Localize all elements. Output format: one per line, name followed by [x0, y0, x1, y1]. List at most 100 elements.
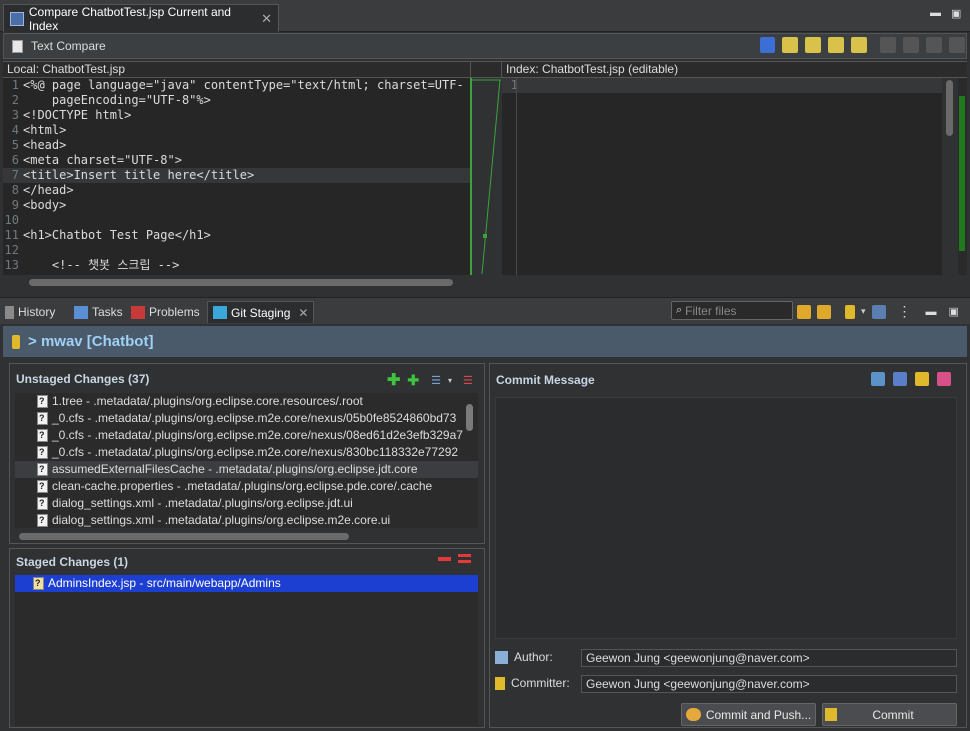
code-line: 11 <h1>Chatbot Test Page</h1>: [4, 228, 211, 242]
copy-all-left-icon[interactable]: [926, 37, 942, 53]
right-code-editor[interactable]: 1: [502, 78, 942, 275]
code-line: 13 <!-- 챗봇 스크립 -->: [4, 258, 180, 272]
commit-message-input[interactable]: [495, 397, 957, 639]
diff-connector-gutter: [472, 78, 502, 275]
list-item[interactable]: dialog_settings.xml - .metadata/.plugins…: [15, 512, 478, 528]
copy-right-icon[interactable]: [903, 37, 919, 53]
commit-button[interactable]: Commit: [822, 703, 957, 726]
copy-left-icon[interactable]: [880, 37, 896, 53]
maximize-icon[interactable]: ▣: [949, 305, 959, 318]
repository-icon: [12, 334, 20, 349]
git-staging-icon: [213, 306, 227, 319]
overview-ruler[interactable]: [958, 78, 967, 275]
filter-files-box[interactable]: ⌕: [671, 301, 793, 320]
chevron-down-icon[interactable]: ▾: [448, 376, 452, 385]
copy-all-icon[interactable]: [760, 37, 775, 53]
unstage-all-icon[interactable]: [458, 554, 471, 563]
next-difference-icon[interactable]: [782, 37, 798, 53]
editor-tab-compare[interactable]: Compare ChatbotTest.jsp Current and Inde…: [3, 4, 279, 33]
right-pane-title: Index: ChatbotTest.jsp (editable): [502, 61, 967, 78]
previous-change-icon[interactable]: [851, 37, 867, 53]
commit-icon: [825, 708, 838, 721]
unstaged-toolbar: ✚ ✚ ☰ ▾ ☰: [387, 370, 473, 390]
repository-title: > mwav [Chatbot]: [28, 333, 154, 350]
repository-header: > mwav [Chatbot]: [3, 326, 967, 357]
right-horizontal-scrollbar[interactable]: [502, 275, 967, 289]
compare-mode-icon[interactable]: [871, 304, 886, 319]
untracked-file-icon: [37, 478, 48, 495]
maximize-icon[interactable]: ▣: [951, 7, 961, 20]
diff-connector-line: [472, 79, 501, 275]
presentation-icon[interactable]: ☰: [431, 374, 441, 387]
code-line-current: 1: [502, 78, 942, 93]
close-icon[interactable]: ✕: [298, 306, 308, 320]
commit-message-title: Commit Message: [496, 373, 595, 387]
code-line: 6 <meta charset="UTF-8">: [11, 153, 182, 167]
left-code-editor[interactable]: 1 <%@ page language="java" contentType="t…: [3, 78, 470, 275]
filter-files-input[interactable]: [685, 303, 786, 318]
tab-git-staging[interactable]: Git Staging ✕: [207, 301, 315, 323]
commit-and-push-button[interactable]: Commit and Push...: [681, 703, 816, 726]
scrollbar-thumb[interactable]: [466, 404, 473, 431]
author-label: Author:: [495, 650, 553, 664]
signed-off-icon[interactable]: [893, 372, 907, 386]
untracked-file-icon: [37, 444, 48, 461]
minimize-icon[interactable]: ▬: [926, 306, 937, 318]
author-field[interactable]: [581, 649, 957, 667]
list-item[interactable]: clean-cache.properties - .metadata/.plug…: [15, 478, 478, 495]
code-line: 3 <!DOCTYPE html>: [11, 108, 132, 122]
minimize-icon[interactable]: ▬: [930, 7, 941, 19]
history-icon: [5, 305, 14, 319]
untracked-file-icon: [37, 393, 48, 410]
tab-tasks[interactable]: Tasks: [74, 301, 123, 323]
text-compare-title: Text Compare: [31, 39, 106, 53]
previous-difference-icon[interactable]: [805, 37, 821, 53]
list-item[interactable]: 1.tree - .metadata/.plugins/org.eclipse.…: [15, 393, 478, 410]
right-vertical-scrollbar[interactable]: [942, 78, 958, 275]
scrollbar-thumb[interactable]: [29, 279, 453, 286]
unstage-selected-icon[interactable]: [438, 556, 451, 561]
list-item[interactable]: dialog_settings.xml - .metadata/.plugins…: [15, 495, 478, 512]
left-horizontal-scrollbar[interactable]: [3, 275, 470, 289]
unstaged-file-list[interactable]: 1.tree - .metadata/.plugins/org.eclipse.…: [15, 393, 478, 528]
tab-history[interactable]: History: [5, 301, 55, 323]
list-item[interactable]: _0.cfs - .metadata/.plugins/org.eclipse.…: [15, 444, 478, 461]
code-line: 5 <head>: [11, 138, 67, 152]
repository-icon[interactable]: [845, 304, 855, 319]
tasks-icon: [74, 305, 88, 319]
refresh-icon[interactable]: [797, 304, 811, 319]
change-id-icon[interactable]: [937, 372, 951, 386]
next-change-icon[interactable]: [828, 37, 844, 53]
committer-field[interactable]: [581, 675, 957, 693]
unstaged-horizontal-scrollbar[interactable]: [15, 530, 478, 542]
push-icon: [685, 708, 701, 721]
close-icon[interactable]: ✕: [261, 11, 272, 27]
list-item[interactable]: AdminsIndex.jsp - src/main/webapp/Admins: [15, 575, 478, 592]
lock-icon[interactable]: [915, 372, 929, 386]
list-item[interactable]: _0.cfs - .metadata/.plugins/org.eclipse.…: [15, 410, 478, 427]
untracked-file-icon: [37, 410, 48, 427]
scrollbar-thumb[interactable]: [946, 80, 953, 136]
link-selection-icon[interactable]: [817, 304, 831, 319]
code-line: 10: [4, 213, 19, 227]
problems-icon: [131, 305, 145, 319]
copy-all-right-icon[interactable]: [949, 37, 965, 53]
stage-all-icon[interactable]: ✚: [407, 372, 419, 389]
chevron-down-icon[interactable]: ▾: [861, 306, 866, 317]
staged-file-list[interactable]: AdminsIndex.jsp - src/main/webapp/Admins: [15, 575, 478, 726]
added-file-icon: [33, 575, 44, 592]
code-line-current: 7 <title>Insert title here</title>: [3, 168, 470, 183]
list-item[interactable]: assumedExternalFilesCache - .metadata/.p…: [15, 461, 478, 478]
code-line: 9 <body>: [11, 198, 67, 212]
unstaged-vertical-scrollbar[interactable]: [465, 400, 474, 530]
amend-icon[interactable]: [871, 372, 885, 386]
scrollbar-thumb[interactable]: [19, 533, 349, 540]
search-icon: ⌕: [676, 304, 683, 316]
tab-problems[interactable]: Problems: [131, 301, 200, 323]
code-line: 8 </head>: [11, 183, 74, 197]
stage-selected-icon[interactable]: ✚: [387, 370, 400, 390]
view-menu-icon[interactable]: ⋮: [898, 303, 912, 320]
list-item[interactable]: _0.cfs - .metadata/.plugins/org.eclipse.…: [15, 427, 478, 444]
diff-overview-marker: [959, 96, 965, 251]
sort-icon[interactable]: ☰: [463, 374, 473, 387]
